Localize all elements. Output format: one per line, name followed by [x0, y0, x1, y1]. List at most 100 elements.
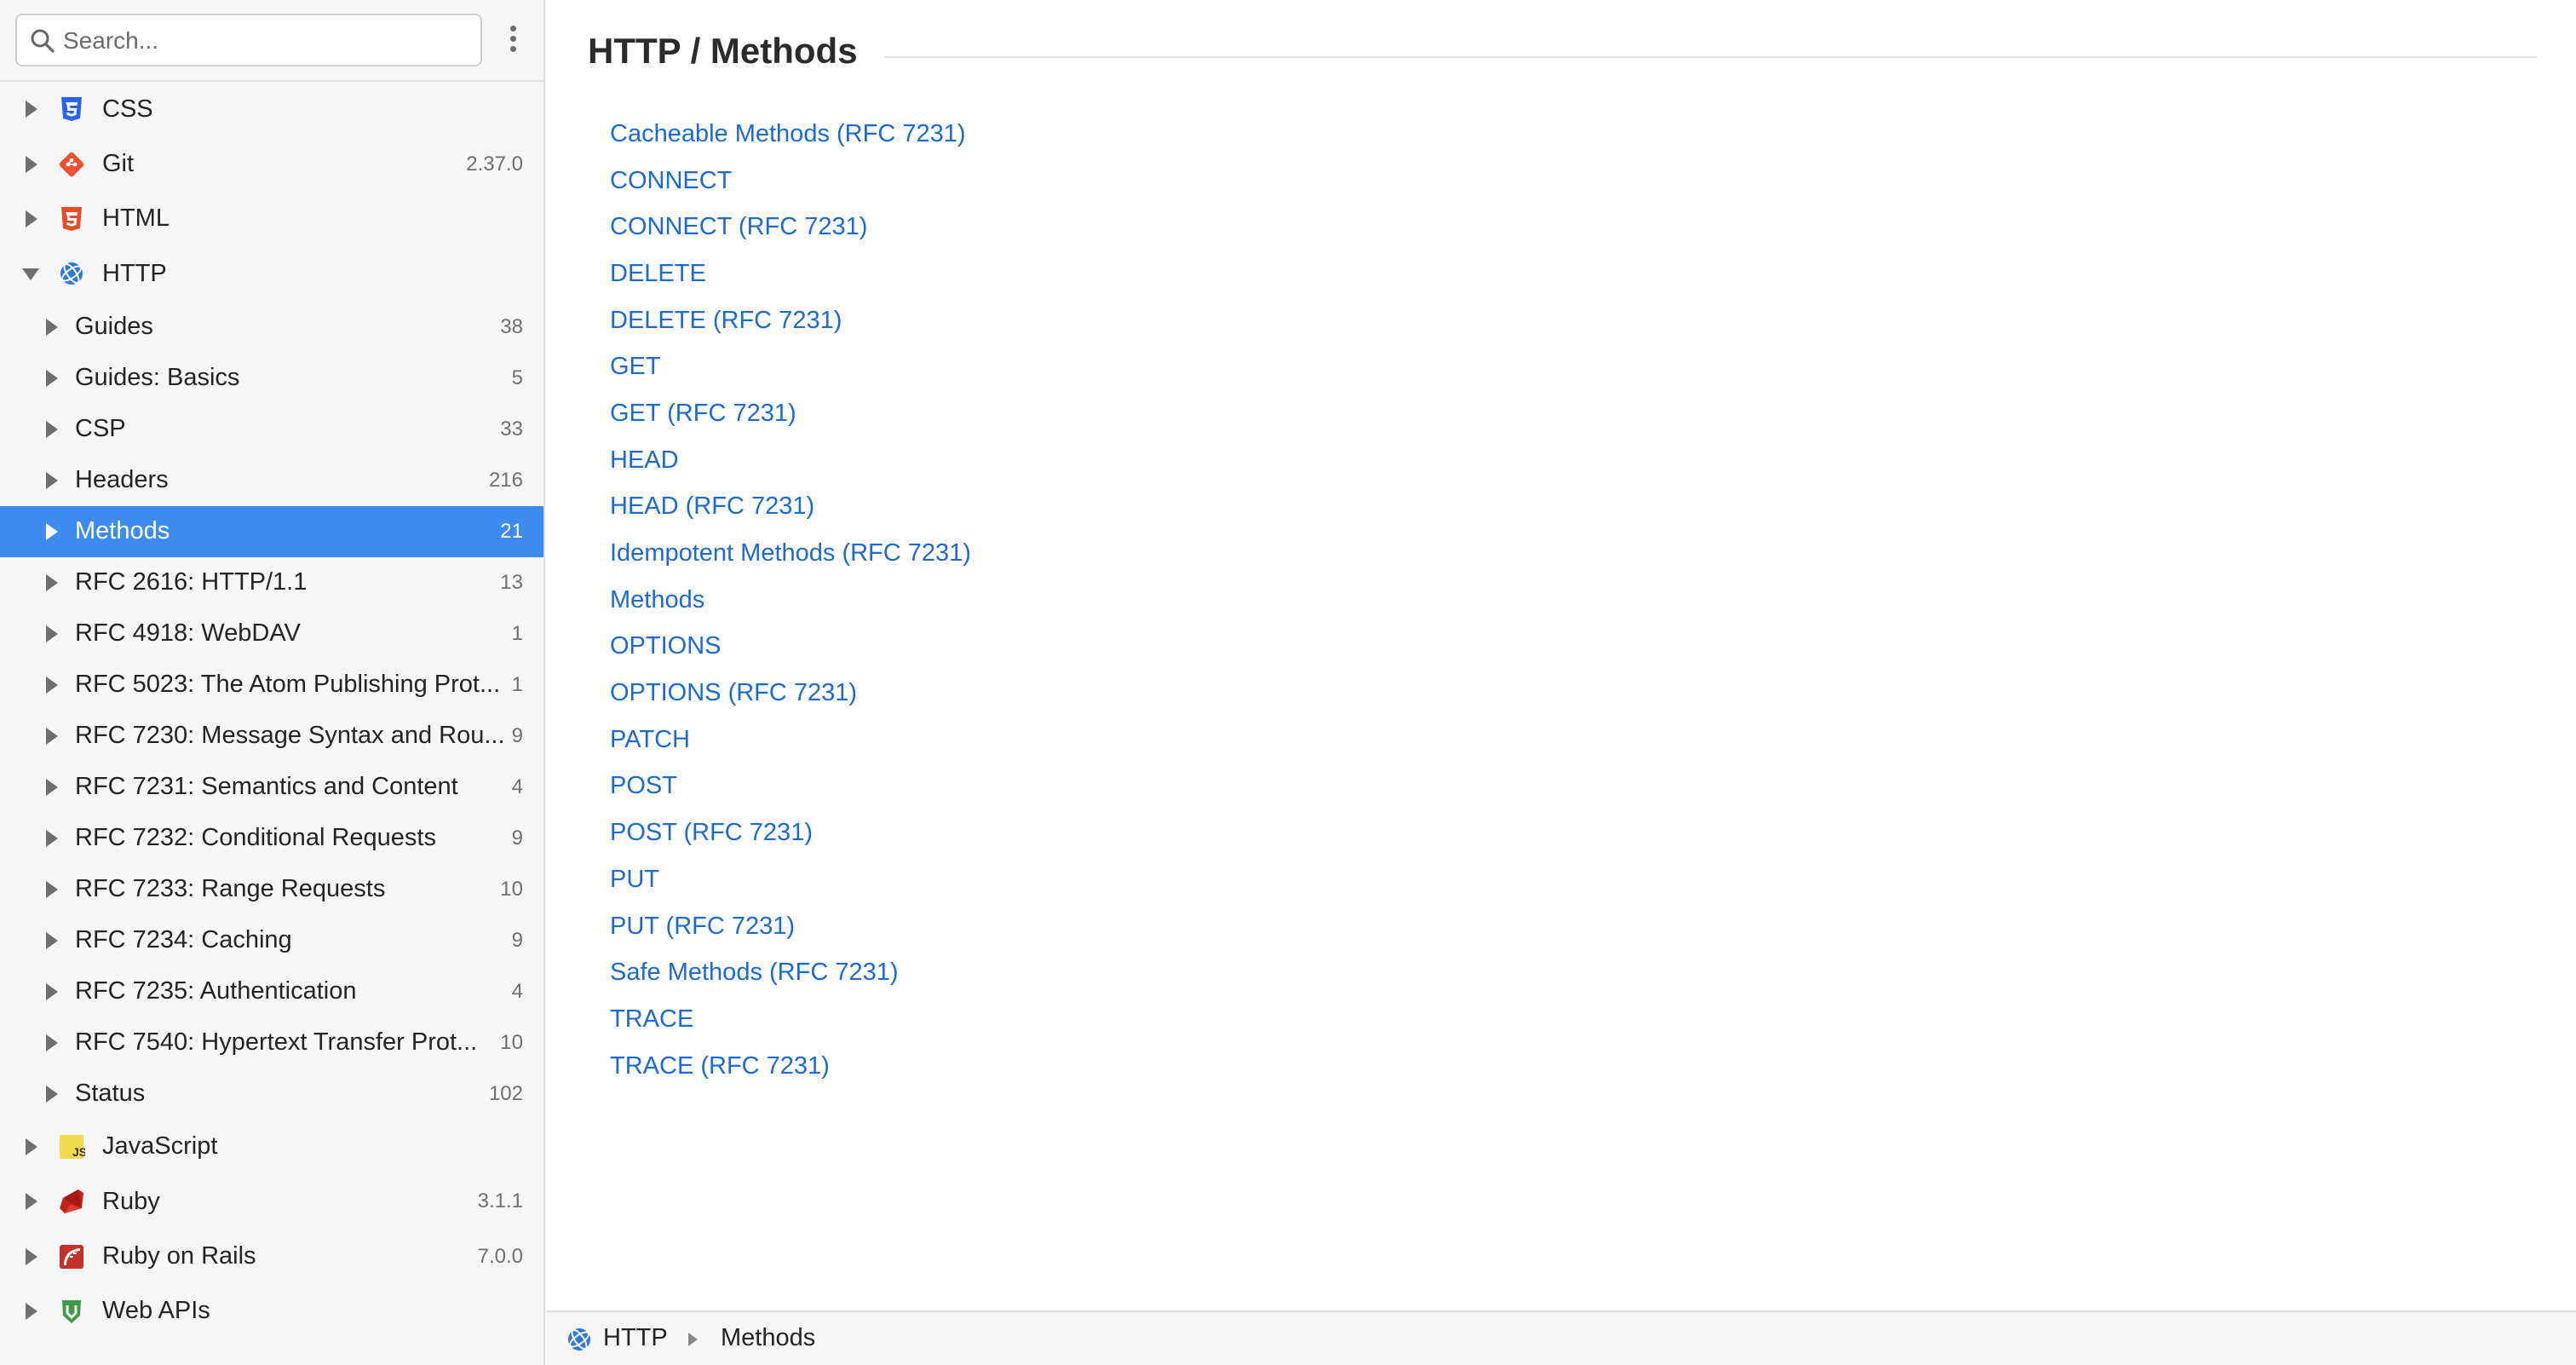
expand-arrow-icon[interactable] — [46, 982, 58, 1000]
entry-link[interactable]: POST (RFC 7231) — [610, 819, 813, 847]
entry-link[interactable]: CONNECT (RFC 7231) — [610, 213, 867, 241]
expand-arrow-icon[interactable] — [46, 727, 58, 745]
entry-list: Cacheable Methods (RFC 7231) CONNECT CON… — [610, 111, 971, 1089]
expand-arrow-icon[interactable] — [46, 880, 58, 898]
expand-arrow-icon[interactable] — [46, 676, 58, 694]
expand-arrow-icon[interactable] — [46, 369, 58, 387]
tree-subitem-rfc7540[interactable]: RFC 7540: Hypertext Transfer Prot... 10 — [0, 1017, 543, 1068]
search-box[interactable] — [15, 14, 482, 66]
entry-link[interactable]: TRACE — [610, 1005, 693, 1034]
entry-link[interactable]: TRACE (RFC 7231) — [610, 1052, 830, 1080]
expand-arrow-icon[interactable] — [26, 1138, 37, 1155]
tree-item-ruby-on-rails[interactable]: Ruby on Rails 7.0.0 — [0, 1229, 543, 1283]
tree-subitem-rfc2616[interactable]: RFC 2616: HTTP/1.1 13 — [0, 557, 543, 608]
entry-link[interactable]: POST — [610, 772, 677, 800]
expand-arrow-icon[interactable] — [46, 1085, 58, 1103]
tree-subitem-csp[interactable]: CSP 33 — [0, 404, 543, 455]
expand-arrow-icon[interactable] — [46, 1034, 58, 1051]
tree-subitem-rfc7230[interactable]: RFC 7230: Message Syntax and Rou... 9 — [0, 711, 543, 762]
expand-arrow-icon[interactable] — [46, 471, 58, 489]
breadcrumb-http[interactable]: HTTP — [603, 1324, 668, 1352]
entry-link[interactable]: PUT (RFC 7231) — [610, 913, 795, 941]
expand-arrow-icon[interactable] — [26, 1247, 37, 1265]
expand-arrow-icon[interactable] — [26, 101, 37, 118]
tree-subitem-label: RFC 7230: Message Syntax and Rou... — [75, 722, 505, 750]
expand-arrow-icon[interactable] — [26, 1302, 37, 1320]
tree-subitem-guides-basics[interactable]: Guides: Basics 5 — [0, 353, 543, 404]
tree-subitem-label: RFC 4918: WebDAV — [75, 619, 301, 648]
tree-subitem-rfc5023[interactable]: RFC 5023: The Atom Publishing Prot... 1 — [0, 659, 543, 711]
expand-arrow-icon[interactable] — [26, 210, 37, 228]
tree-item-label: HTTP — [102, 259, 167, 287]
tree-item-css[interactable]: CSS — [0, 82, 543, 136]
entry-link[interactable]: GET — [610, 353, 661, 381]
tree-subitem-label: RFC 7235: Authentication — [75, 977, 357, 1005]
expand-arrow-icon[interactable] — [46, 778, 58, 796]
sidebar: CSS Git 2.37.0 HTML — [0, 0, 545, 1365]
entry-link[interactable]: OPTIONS (RFC 7231) — [610, 679, 857, 707]
tree-item-web-apis[interactable]: Web APIs — [0, 1284, 543, 1339]
tree-subitem-count: 33 — [500, 417, 523, 441]
more-options-icon[interactable] — [501, 22, 525, 60]
expand-arrow-icon[interactable] — [26, 1193, 37, 1211]
expand-arrow-icon[interactable] — [46, 522, 58, 540]
entry-link[interactable]: Safe Methods (RFC 7231) — [610, 959, 898, 987]
entry-link[interactable]: GET (RFC 7231) — [610, 400, 796, 428]
entry-link[interactable]: Idempotent Methods (RFC 7231) — [610, 539, 971, 567]
entry-link[interactable]: DELETE (RFC 7231) — [610, 307, 842, 335]
tree-subitem-count: 9 — [511, 928, 523, 952]
expand-arrow-icon[interactable] — [46, 420, 58, 438]
list-item: PUT — [610, 856, 971, 903]
http-globe-icon — [568, 1328, 590, 1351]
expand-arrow-icon[interactable] — [46, 573, 58, 591]
tree-item-label: Ruby on Rails — [102, 1242, 256, 1270]
tree-subitem-rfc4918[interactable]: RFC 4918: WebDAV 1 — [0, 608, 543, 659]
entry-link[interactable]: HEAD — [610, 446, 679, 475]
entry-link[interactable]: Cacheable Methods (RFC 7231) — [610, 120, 965, 148]
tree-subitem-count: 9 — [511, 826, 523, 850]
tree-subitem-label: RFC 7231: Semantics and Content — [75, 773, 458, 801]
tree-subitem-rfc7233[interactable]: RFC 7233: Range Requests 10 — [0, 864, 543, 915]
expand-arrow-icon[interactable] — [46, 829, 58, 847]
search-input[interactable] — [63, 22, 472, 60]
tree-subitem-count: 5 — [511, 366, 523, 389]
tree-subitem-rfc7231[interactable]: RFC 7231: Semantics and Content 4 — [0, 762, 543, 813]
entry-link[interactable]: DELETE — [610, 260, 706, 288]
tree-subitem-label: Guides: Basics — [75, 364, 240, 392]
tree-subitem-rfc7234[interactable]: RFC 7234: Caching 9 — [0, 915, 543, 966]
breadcrumb-methods[interactable]: Methods — [721, 1324, 815, 1352]
tree-subitem-guides[interactable]: Guides 38 — [0, 302, 543, 353]
expand-arrow-icon[interactable] — [26, 155, 37, 173]
tree-subitem-rfc7235[interactable]: RFC 7235: Authentication 4 — [0, 966, 543, 1017]
list-item: PUT (RFC 7231) — [610, 903, 971, 950]
search-icon — [31, 29, 55, 53]
entry-link[interactable]: OPTIONS — [610, 632, 722, 660]
list-item: POST — [610, 763, 971, 810]
entry-link[interactable]: PUT — [610, 866, 659, 894]
tree-item-git[interactable]: Git 2.37.0 — [0, 136, 543, 191]
entry-link[interactable]: Methods — [610, 586, 704, 614]
tree-item-http[interactable]: HTTP — [0, 246, 543, 301]
tree-subitem-label: RFC 7540: Hypertext Transfer Prot... — [75, 1028, 478, 1057]
tree-subitem-rfc7232[interactable]: RFC 7232: Conditional Requests 9 — [0, 813, 543, 864]
entry-link[interactable]: HEAD (RFC 7231) — [610, 492, 814, 521]
tree-item-label: Git — [102, 150, 135, 178]
tree-item-ruby[interactable]: Ruby 3.1.1 — [0, 1174, 543, 1229]
list-item: DELETE — [610, 251, 971, 297]
list-item: GET (RFC 7231) — [610, 390, 971, 437]
tree-subitem-methods[interactable]: Methods 21 — [0, 505, 543, 557]
tree-item-javascript[interactable]: JS JavaScript — [0, 1120, 543, 1174]
expand-arrow-icon[interactable] — [46, 931, 58, 949]
tree-subitem-status[interactable]: Status 102 — [0, 1068, 543, 1120]
expand-arrow-icon[interactable] — [46, 318, 58, 336]
tree-subitem-headers[interactable]: Headers 216 — [0, 455, 543, 506]
entry-link[interactable]: PATCH — [610, 726, 690, 754]
list-item: OPTIONS — [610, 624, 971, 671]
entry-link[interactable]: CONNECT — [610, 167, 732, 195]
docs-tree: CSS Git 2.37.0 HTML HTTP Guides 38 Guide… — [0, 82, 543, 1339]
collapse-arrow-icon[interactable] — [22, 268, 39, 281]
javascript-icon: JS — [60, 1134, 85, 1159]
tree-subitem-count: 10 — [500, 1030, 523, 1054]
tree-item-html[interactable]: HTML — [0, 192, 543, 246]
expand-arrow-icon[interactable] — [46, 625, 58, 642]
